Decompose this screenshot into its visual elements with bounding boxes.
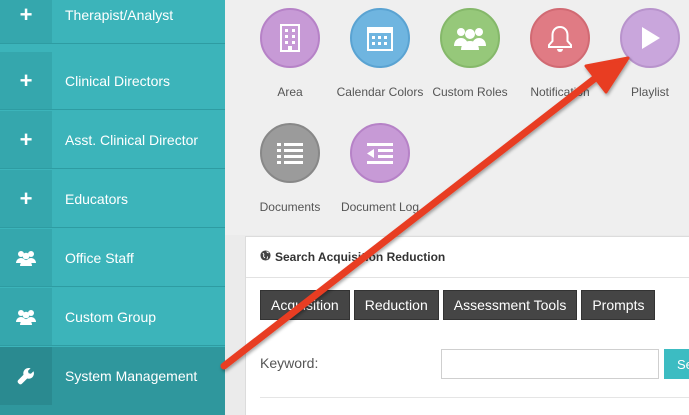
- category-tabs: Acquisition Reduction Assessment Tools P…: [260, 290, 659, 320]
- tile-notification[interactable]: Notification: [515, 8, 605, 102]
- sidebar-item-asst-clinical-director[interactable]: + Asst. Clinical Director: [0, 111, 225, 169]
- bell-icon: [530, 8, 590, 68]
- building-icon: [260, 8, 320, 68]
- users-icon: [440, 8, 500, 68]
- list-icon: [260, 123, 320, 183]
- calendar-icon: [350, 8, 410, 68]
- sidebar-item-educators[interactable]: + Educators: [0, 170, 225, 228]
- tile-label: Area: [277, 85, 303, 99]
- tile-custom-roles[interactable]: Custom Roles: [425, 8, 515, 102]
- tile-document-log[interactable]: Document Log: [335, 123, 425, 217]
- sidebar-item-clinical-directors[interactable]: + Clinical Directors: [0, 52, 225, 110]
- search-panel: Search Acquisition Reduction Acquisition…: [245, 236, 689, 415]
- wrench-icon: [0, 347, 52, 405]
- tile-label: Playlist: [630, 85, 669, 99]
- users-icon: [0, 288, 52, 345]
- log-icon: [350, 123, 410, 183]
- sidebar-item-label: Clinical Directors: [65, 72, 171, 89]
- tab-acquisition[interactable]: Acquisition: [260, 290, 350, 320]
- sidebar-item-custom-group[interactable]: Custom Group: [0, 288, 225, 346]
- tile-label: Documents: [259, 200, 321, 214]
- tab-reduction[interactable]: Reduction: [353, 290, 439, 320]
- tile-label: Custom Roles: [432, 85, 508, 99]
- panel-title: Search Acquisition Reduction: [275, 250, 446, 264]
- keyword-label: Keyword:: [260, 355, 319, 371]
- sidebar-item-therapist-analyst[interactable]: + Therapist/Analyst: [0, 0, 225, 44]
- tile-area[interactable]: Area: [245, 8, 335, 102]
- sidebar-item-label: Asst. Clinical Director: [65, 131, 199, 148]
- tile-calendar-colors[interactable]: Calendar Colors: [335, 8, 425, 102]
- plus-icon: +: [0, 0, 52, 43]
- sidebar-item-label: Educators: [65, 190, 129, 207]
- search-button[interactable]: Se: [664, 349, 689, 379]
- plus-icon: +: [0, 170, 52, 227]
- sidebar: + Therapist/Analyst + Clinical Directors…: [0, 0, 225, 415]
- users-icon: [0, 229, 52, 286]
- sidebar-item-label: System Management: [65, 368, 198, 384]
- play-icon: [620, 8, 680, 68]
- tab-assessment-tools[interactable]: Assessment Tools: [442, 290, 578, 320]
- tile-label: Calendar Colors: [336, 85, 424, 99]
- tile-label: Document Log: [340, 200, 420, 214]
- tile-label: Notification: [530, 85, 590, 99]
- settings-tiles: Area Calendar Colors Custom Roles Notifi…: [225, 0, 689, 235]
- keyword-input[interactable]: [441, 349, 659, 379]
- sidebar-item-label: Office Staff: [65, 249, 134, 266]
- sidebar-item-label: Custom Group: [65, 308, 157, 325]
- sidebar-item-office-staff[interactable]: Office Staff: [0, 229, 225, 287]
- plus-icon: +: [0, 111, 52, 168]
- panel-header: Search Acquisition Reduction: [246, 237, 689, 278]
- tab-prompts[interactable]: Prompts: [581, 290, 656, 320]
- sidebar-item-system-management[interactable]: System Management: [0, 347, 225, 415]
- globe-icon: [260, 250, 271, 264]
- sidebar-item-label: Therapist/Analyst: [65, 6, 174, 23]
- tile-documents[interactable]: Documents: [245, 123, 335, 217]
- main-content: Area Calendar Colors Custom Roles Notifi…: [225, 0, 689, 415]
- tile-playlist[interactable]: Playlist: [605, 8, 689, 102]
- divider: [260, 397, 689, 398]
- plus-icon: +: [0, 52, 52, 109]
